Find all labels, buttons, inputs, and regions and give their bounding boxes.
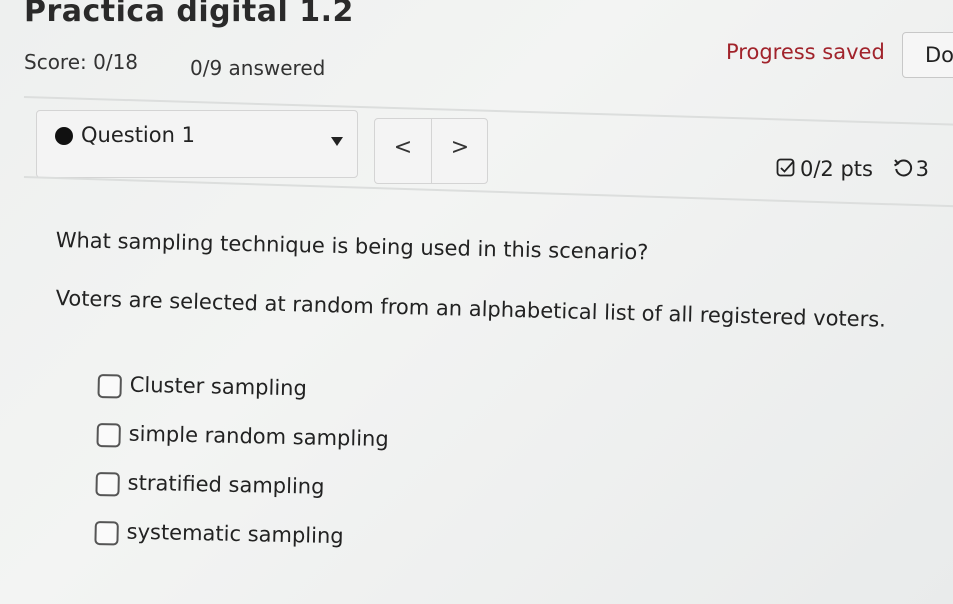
- status-dot-icon: [55, 127, 73, 145]
- answer-option[interactable]: simple random sampling: [96, 421, 389, 470]
- points-display: 0/2 pts 3: [776, 157, 929, 184]
- score-text: Score: 0/18: [24, 50, 139, 74]
- checkbox[interactable]: [95, 471, 120, 497]
- checkbox-icon: [776, 158, 796, 183]
- answer-option-label: simple random sampling: [128, 421, 389, 452]
- answer-option-label: Cluster sampling: [129, 372, 308, 401]
- retry-icon[interactable]: [892, 157, 914, 184]
- retry-count: 3: [915, 157, 930, 181]
- answer-option-label: stratified sampling: [127, 470, 325, 499]
- question-nav: < >: [374, 118, 488, 184]
- checkbox[interactable]: [97, 373, 122, 399]
- caret-down-icon: [331, 137, 343, 146]
- answered-count: 0/9 answered: [190, 56, 326, 80]
- question-scenario: Voters are selected at random from an al…: [55, 286, 887, 332]
- done-button-label: Do: [925, 43, 953, 67]
- done-button[interactable]: Do: [902, 32, 953, 78]
- next-question-button[interactable]: >: [432, 119, 488, 183]
- answer-option-label: systematic sampling: [126, 519, 344, 549]
- points-value: 0/2 pts: [800, 157, 873, 181]
- checkbox[interactable]: [96, 422, 121, 448]
- answer-option[interactable]: systematic sampling: [94, 519, 344, 568]
- progress-status: Progress saved: [726, 40, 885, 64]
- question-prompt: What sampling technique is being used in…: [55, 228, 649, 265]
- answer-options: Cluster sampling simple random sampling …: [94, 372, 389, 568]
- previous-question-button[interactable]: <: [375, 119, 432, 183]
- page-title: Practica digital 1.2: [24, 0, 354, 29]
- checkbox[interactable]: [94, 520, 119, 546]
- question-selector[interactable]: Question 1: [36, 110, 358, 178]
- question-selector-label: Question 1: [81, 123, 195, 147]
- answer-option[interactable]: Cluster sampling: [97, 372, 307, 421]
- answer-option[interactable]: stratified sampling: [95, 470, 325, 519]
